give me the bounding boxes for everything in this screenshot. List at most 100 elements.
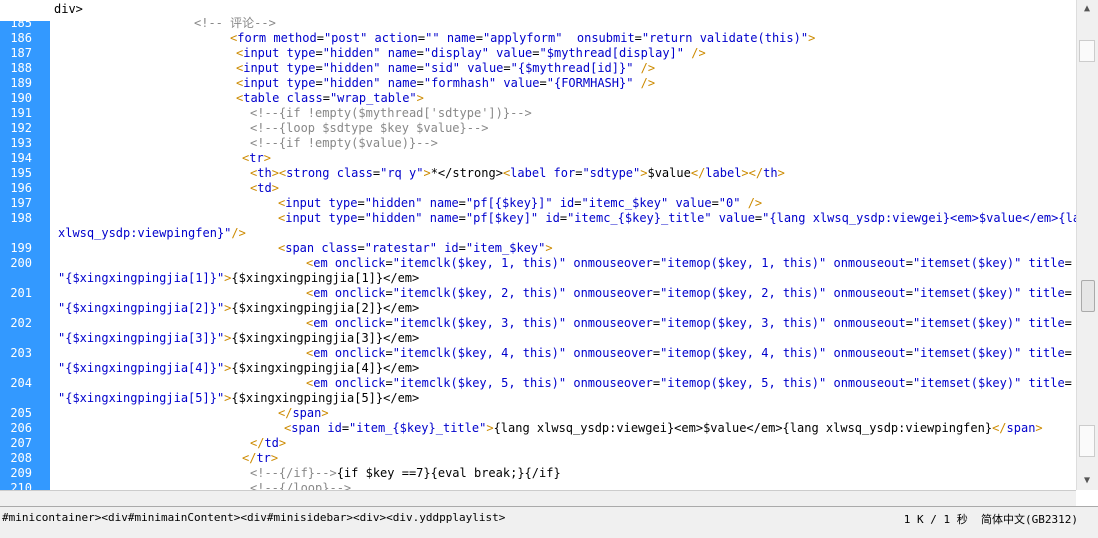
line-number: 193 (10, 136, 32, 150)
code-token: "hidden" (322, 61, 388, 75)
horizontal-scrollbar[interactable] (0, 490, 1076, 507)
code-line: "{$xingxingpingjia[1]}">{$xingxingpingji… (58, 271, 1076, 286)
code-token: > (1035, 421, 1043, 435)
code-token: > (423, 166, 431, 180)
code-token: > (777, 166, 785, 180)
code-token: > (808, 31, 816, 45)
code-token: "itemset($key)" (912, 376, 1029, 390)
code-token: "{$xingxingpingjia[1]}" (58, 271, 225, 285)
code-token: {$xingxingpingjia[2]}</em> (231, 301, 420, 315)
code-token: class (286, 91, 323, 105)
code-line: "{$xingxingpingjia[3]}">{$xingxingpingji… (58, 331, 1076, 346)
code-token: em (313, 376, 335, 390)
line-number: 185 (10, 16, 32, 30)
code-token: "itemc_{$key}_title" (567, 211, 719, 225)
tag-selector-path[interactable]: #minicontainer><div#minimainContent><div… (2, 511, 505, 524)
code-token: class (336, 166, 373, 180)
code-token: = (458, 241, 466, 255)
line-number: 200 (10, 256, 32, 270)
scroll-thumb[interactable] (1081, 280, 1095, 312)
code-token: > (321, 406, 329, 420)
code-token: = (315, 46, 323, 60)
code-token: onmouseover (573, 316, 653, 330)
code-token: onmouseover (573, 286, 653, 300)
line-number (0, 361, 32, 376)
line-number: 195 (10, 166, 32, 180)
vertical-scrollbar[interactable]: ▲ ▼ (1076, 0, 1098, 490)
code-token: = (652, 286, 661, 300)
code-line: </td> (250, 436, 1076, 451)
code-token: "itemset($key)" (912, 316, 1029, 330)
code-token: em (313, 286, 335, 300)
code-token: em (313, 316, 335, 330)
code-token: {$xingxingpingjia[1]}</em> (231, 271, 420, 285)
line-number: 194 (10, 151, 32, 165)
code-line: <tr> (242, 151, 1076, 166)
code-token: "item_$key" (465, 241, 546, 255)
code-token: "post" (323, 31, 375, 45)
code-token: "itemop($key, 3, this)" (660, 316, 834, 330)
code-token: "rq y" (380, 166, 424, 180)
code-token: > (545, 241, 553, 255)
line-number: 207 (10, 436, 32, 450)
code-token: <!--{loop $sdtype $key $value}--> (250, 121, 489, 135)
code-line: <!--{/loop}--> (250, 481, 1076, 490)
code-token: td (264, 436, 279, 450)
code-token: "itemclk($key, 3, this)" (392, 316, 574, 330)
code-token: title (1028, 346, 1065, 360)
code-token: "hidden" (322, 76, 388, 90)
code-token: /> (640, 61, 656, 75)
line-number: 205 (10, 406, 32, 420)
code-token: = (905, 376, 913, 390)
code-token: "{FORMHASH}" (546, 76, 641, 90)
code-token: > (271, 181, 279, 195)
code-line: <span class="ratestar" id="item_$key"> (278, 241, 1076, 256)
code-token: method (273, 31, 317, 45)
code-line: <em onclick="itemclk($key, 1, this)" onm… (306, 256, 1076, 271)
code-token: value (503, 76, 540, 90)
code-token: "return validate(this)" (641, 31, 809, 45)
line-number: 203 (10, 346, 32, 360)
code-editor[interactable]: div> 185 <!-- 评论--> 186 <form method="post"… (0, 0, 1076, 490)
code-token: = (532, 46, 540, 60)
code-token: value (467, 61, 504, 75)
code-token: id (444, 241, 459, 255)
code-token: type (328, 196, 358, 210)
code-token: span (285, 241, 322, 255)
code-token: input (285, 211, 329, 225)
code-token: = (357, 241, 365, 255)
code-token: > (741, 166, 749, 180)
code-token: id (559, 196, 575, 210)
code-token: label (510, 166, 554, 180)
code-token: title (1028, 316, 1065, 330)
code-token: = (385, 346, 393, 360)
code-token: $value (647, 166, 691, 180)
code-token: {$xingxingpingjia[4]}</em> (231, 361, 420, 375)
code-token: input (243, 76, 287, 90)
code-token: "" (425, 31, 447, 45)
code-token: > (278, 436, 287, 450)
code-line: <em onclick="itemclk($key, 5, this)" onm… (306, 376, 1076, 391)
line-number: 208 (10, 451, 32, 465)
code-token: </ (242, 451, 257, 465)
scroll-marker (1079, 425, 1095, 457)
code-token: = (458, 196, 466, 210)
code-token: id (327, 421, 342, 435)
code-token: "sdtype" (582, 166, 641, 180)
code-token: value (496, 46, 533, 60)
code-token: "item_{$key}_title" (349, 421, 487, 435)
code-token: id (545, 211, 560, 225)
scroll-down-icon[interactable]: ▼ (1080, 474, 1094, 488)
code-token: "formhash" (423, 76, 504, 90)
code-token: = (372, 166, 381, 180)
code-token: onmouseout (833, 376, 906, 390)
code-token: = (503, 61, 511, 75)
code-token: "itemop($key, 4, this)" (660, 346, 834, 360)
code-token: xlwsq_ysdp:viewpingfen}" (58, 226, 232, 240)
code-token: input (285, 196, 329, 210)
code-token: name (429, 196, 459, 210)
code-token: name (387, 46, 417, 60)
code-token: name (387, 61, 417, 75)
scroll-up-icon[interactable]: ▲ (1080, 2, 1094, 16)
code-token: title (1028, 286, 1065, 300)
